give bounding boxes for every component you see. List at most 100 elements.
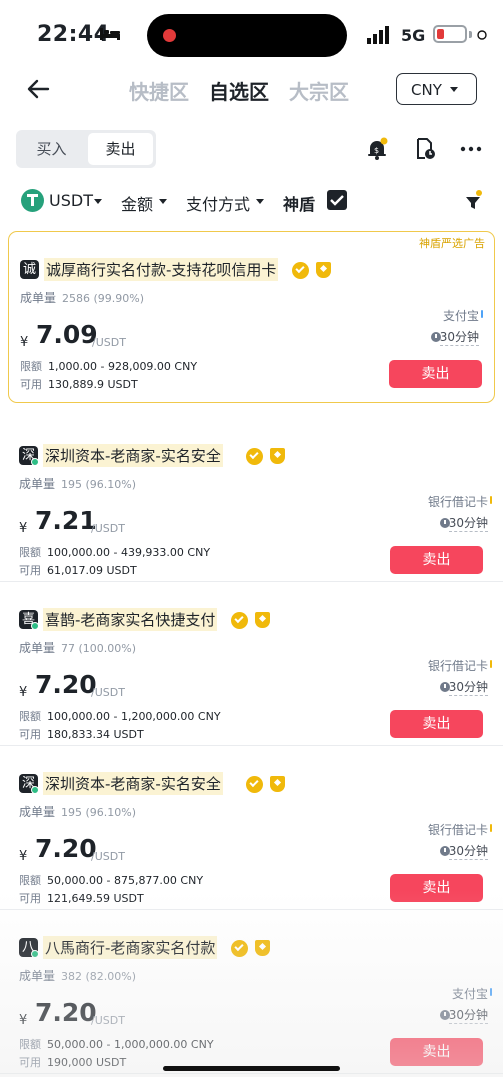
currency-select[interactable]: CNY xyxy=(396,73,477,105)
shield-filter-label: 神盾 xyxy=(283,195,316,214)
verified-badge-icon xyxy=(292,262,309,279)
limit-value: 100,000.00 - 439,933.00 CNY xyxy=(47,546,211,559)
order-history-icon[interactable] xyxy=(413,137,437,161)
merchant-name[interactable]: 深圳资本-老商家-实名安全 xyxy=(43,444,223,467)
merchant-avatar[interactable]: 诚 xyxy=(20,260,39,279)
verified-badge-icon xyxy=(231,612,248,629)
payment-color-bar xyxy=(490,824,492,832)
ad-card[interactable]: 深深圳资本-老商家-实名安全 成单量 195 (96.10%) 银行借记卡 ¥7.20/… xyxy=(0,746,503,910)
tab-express[interactable]: 自选区 xyxy=(209,76,269,105)
payment-time-limit: 30分钟 xyxy=(448,680,488,696)
sell-button[interactable]: 卖出 xyxy=(390,546,483,574)
online-indicator xyxy=(31,950,39,958)
merchant-name[interactable]: 喜鹊-老商家实名快捷支付 xyxy=(43,608,218,631)
dynamic-island xyxy=(147,14,347,57)
avail-label: 可用 xyxy=(19,892,41,905)
avail-value: 180,833.34 USDT xyxy=(47,728,144,741)
tab-quick[interactable]: 快捷区 xyxy=(129,76,189,105)
online-indicator xyxy=(31,786,39,794)
buy-tab[interactable]: 买入 xyxy=(19,133,84,165)
chevron-down-icon xyxy=(450,87,458,92)
sell-tab[interactable]: 卖出 xyxy=(88,133,153,165)
limit-range: 限额 50,000.00 - 1,000,000.00 CNY xyxy=(19,1036,214,1052)
shield-checkbox[interactable] xyxy=(327,190,347,210)
limit-label: 限额 xyxy=(19,546,41,559)
price-unit: /USDT xyxy=(91,1014,125,1027)
avail-label: 可用 xyxy=(19,1056,41,1069)
top-header: 快捷区 自选区 大宗区 CNY xyxy=(0,68,503,112)
avail-label: 可用 xyxy=(19,728,41,741)
merchant-name[interactable]: 诚厚商行实名付款-支持花呗信用卡 xyxy=(44,258,279,281)
buy-sell-toggle: 买入 卖出 xyxy=(16,130,156,168)
svg-text:$: $ xyxy=(374,146,379,155)
price-unit: /USDT xyxy=(91,850,125,863)
status-time: 22:44 xyxy=(37,22,110,47)
sell-button[interactable]: 卖出 xyxy=(390,1038,483,1066)
order-stats: 成单量 382 (82.00%) xyxy=(19,967,136,984)
price-value: 7.09 xyxy=(36,320,98,349)
payment-method: 支付宝 xyxy=(442,309,479,323)
payment-method: 银行借记卡 xyxy=(427,495,488,509)
currency-label: CNY xyxy=(411,81,442,99)
stats-value: 195 (96.10%) xyxy=(61,478,137,491)
stats-label: 成单量 xyxy=(20,291,57,305)
avail-label: 可用 xyxy=(19,564,41,577)
online-indicator xyxy=(31,458,39,466)
sell-button[interactable]: 卖出 xyxy=(390,710,483,738)
ad-card[interactable]: 八八馬商行-老商家实名付款 成单量 382 (82.00%) 支付宝 ¥7.20/USD… xyxy=(0,910,503,1074)
currency-symbol: ¥ xyxy=(19,685,28,700)
payment-time-limit: 30分钟 xyxy=(448,844,488,860)
currency-symbol: ¥ xyxy=(20,335,29,350)
order-stats: 成单量 195 (96.10%) xyxy=(19,475,136,492)
chevron-down-icon xyxy=(256,199,264,204)
avail-value: 61,017.09 USDT xyxy=(47,564,137,577)
stats-value: 77 (100.00%) xyxy=(61,642,137,655)
ad-card[interactable]: 神盾严选广告诚诚厚商行实名付款-支持花呗信用卡 成单量 2586 (99.90%) 支… xyxy=(8,231,495,403)
limit-range: 限额 100,000.00 - 1,200,000.00 CNY xyxy=(19,708,221,724)
available-amount: 可用 61,017.09 USDT xyxy=(19,562,137,578)
ad-card[interactable]: 深深圳资本-老商家-实名安全 成单量 195 (96.10%) 银行借记卡 ¥7.21/… xyxy=(0,418,503,582)
home-indicator xyxy=(163,1066,340,1071)
verified-badge-icon xyxy=(246,776,263,793)
stats-label: 成单量 xyxy=(19,477,56,491)
price-unit: /USDT xyxy=(92,336,126,349)
chevron-down-icon xyxy=(159,199,167,204)
verified-badge-icon xyxy=(246,448,263,465)
stats-value: 382 (82.00%) xyxy=(61,970,137,983)
online-indicator xyxy=(31,622,39,630)
currency-symbol: ¥ xyxy=(19,849,28,864)
chevron-down-icon xyxy=(94,199,102,204)
payment-method: 银行借记卡 xyxy=(427,659,488,673)
price-value: 7.20 xyxy=(35,670,97,699)
sell-button[interactable]: 卖出 xyxy=(389,360,482,388)
bell-dollar-icon[interactable]: $ xyxy=(365,137,389,161)
asset-filter[interactable]: USDT xyxy=(49,191,93,210)
stats-value: 2586 (99.90%) xyxy=(62,292,145,305)
merchant-name[interactable]: 深圳资本-老商家-实名安全 xyxy=(43,772,223,795)
payment-color-bar xyxy=(490,988,492,996)
ad-card[interactable]: 喜喜鹊-老商家实名快捷支付 成单量 77 (100.00%) 银行借记卡 ¥7.20/U… xyxy=(0,582,503,746)
limit-range: 限额 50,000.00 - 875,877.00 CNY xyxy=(19,872,203,888)
merchant-name[interactable]: 八馬商行-老商家实名付款 xyxy=(43,936,218,959)
more-icon[interactable] xyxy=(459,137,483,161)
price-value: 7.20 xyxy=(35,834,97,863)
limit-value: 50,000.00 - 875,877.00 CNY xyxy=(47,874,204,887)
payment-time-limit: 30分钟 xyxy=(439,330,479,346)
payment-time-limit: 30分钟 xyxy=(448,1008,488,1024)
check-icon xyxy=(330,195,344,206)
status-bar: 22:44 5G xyxy=(0,0,503,68)
tab-block[interactable]: 大宗区 xyxy=(289,76,349,105)
filter-funnel-icon[interactable] xyxy=(463,190,483,212)
amount-filter[interactable]: 金额 xyxy=(121,191,153,215)
battery-cap xyxy=(469,31,472,38)
avail-value: 190,000 USDT xyxy=(47,1056,127,1069)
filter-bar: USDT 金额 支付方式 神盾 xyxy=(0,188,503,216)
sell-button[interactable]: 卖出 xyxy=(390,874,483,902)
available-amount: 可用 180,833.34 USDT xyxy=(19,726,144,742)
back-arrow-icon[interactable] xyxy=(26,78,50,100)
payment-method: 银行借记卡 xyxy=(427,823,488,837)
avail-label: 可用 xyxy=(20,378,42,391)
payment-filter[interactable]: 支付方式 xyxy=(186,191,250,215)
order-stats: 成单量 195 (96.10%) xyxy=(19,803,136,820)
payment-color-bar xyxy=(490,496,492,504)
